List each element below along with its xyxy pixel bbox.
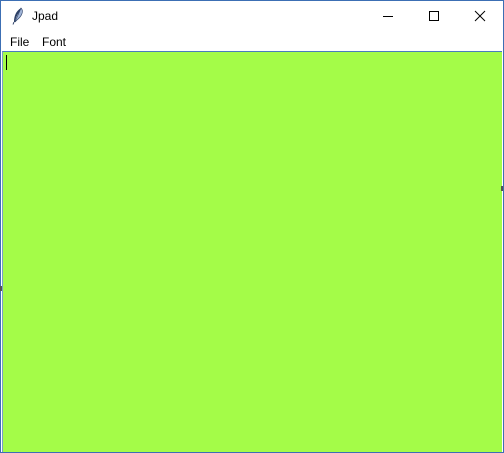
maximize-icon [429,11,439,21]
maximize-button[interactable] [411,1,457,31]
close-icon [474,10,486,22]
resize-handle-right[interactable] [501,186,503,191]
minimize-button[interactable] [365,1,411,31]
app-window: Jpad File Font [0,0,504,453]
resize-handle-left[interactable] [0,286,2,291]
menu-file[interactable]: File [8,35,31,49]
text-editor[interactable] [2,51,502,452]
menu-bar: File Font [1,31,503,51]
feather-icon [10,7,26,25]
menu-font[interactable]: Font [40,35,68,49]
window-title: Jpad [32,9,59,23]
minimize-icon [383,16,393,17]
close-button[interactable] [457,1,503,31]
title-bar[interactable]: Jpad [1,1,503,31]
text-caret [6,55,7,70]
